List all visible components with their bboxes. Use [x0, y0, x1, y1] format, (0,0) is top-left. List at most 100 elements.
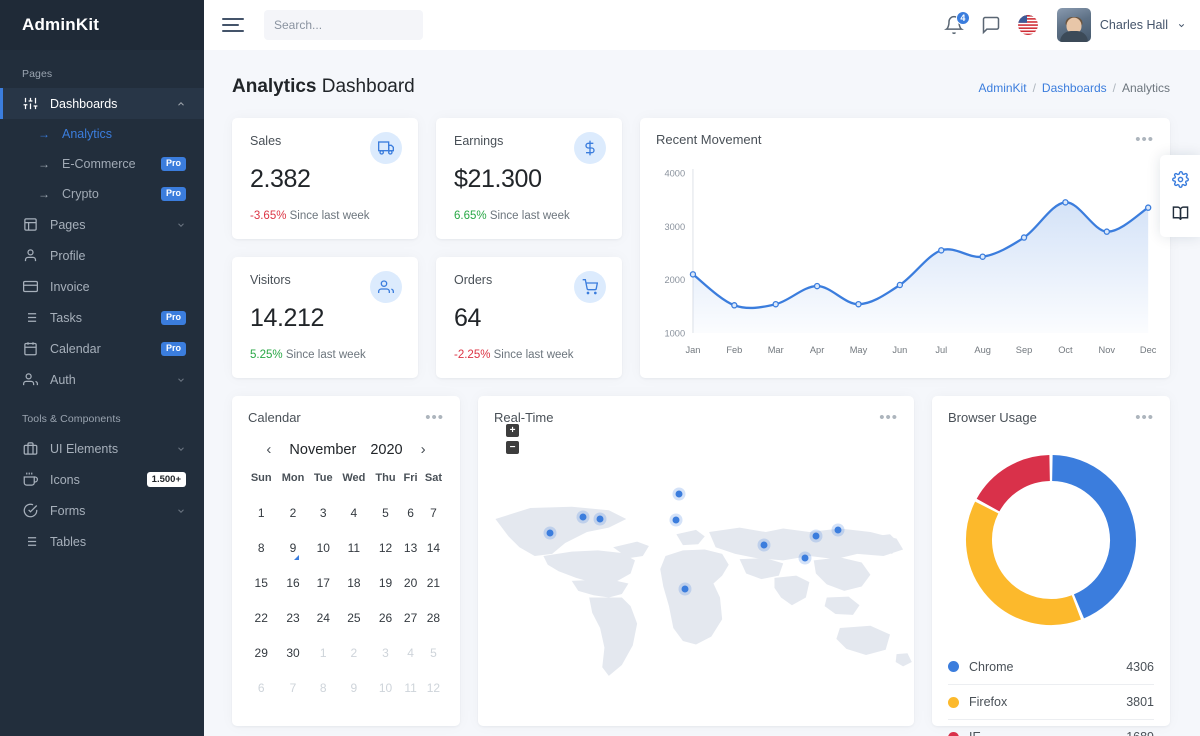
- breadcrumb-item-adminkit[interactable]: AdminKit: [979, 81, 1027, 95]
- calendar-day[interactable]: 9: [276, 530, 309, 565]
- settings-button[interactable]: [1160, 162, 1200, 196]
- calendar-day[interactable]: 3: [371, 635, 401, 670]
- docs-button[interactable]: [1160, 196, 1200, 230]
- calendar-day[interactable]: 14: [421, 530, 446, 565]
- top-navbar: 4: [204, 0, 1200, 50]
- search-input[interactable]: [274, 18, 429, 32]
- calendar-day[interactable]: 11: [337, 530, 371, 565]
- calendar-day[interactable]: 2: [337, 635, 371, 670]
- donut-chart[interactable]: [932, 425, 1170, 649]
- calendar-day[interactable]: 7: [421, 495, 446, 530]
- stat-card-visitors[interactable]: Visitors 14.212 5.25% Since last week: [232, 257, 418, 378]
- calendar-day[interactable]: 12: [371, 530, 401, 565]
- calendar-weekday: Wed: [337, 472, 371, 495]
- donut-segment[interactable]: [979, 508, 1076, 612]
- calendar-day[interactable]: 10: [371, 670, 401, 705]
- calendar-day[interactable]: 13: [400, 530, 421, 565]
- messages-button[interactable]: [981, 15, 1001, 35]
- calendar-day[interactable]: 7: [276, 670, 309, 705]
- calendar-day[interactable]: 17: [310, 565, 337, 600]
- sidebar-toggle-button[interactable]: [222, 14, 244, 36]
- calendar-day[interactable]: 2: [276, 495, 309, 530]
- calendar-day[interactable]: 8: [310, 670, 337, 705]
- sidebar-item-pages[interactable]: Pages: [0, 209, 204, 240]
- sidebar-item-auth[interactable]: Auth: [0, 364, 204, 395]
- map-marker[interactable]: [576, 511, 589, 524]
- map-marker[interactable]: [679, 582, 692, 595]
- map-marker[interactable]: [809, 530, 822, 543]
- map-zoom-out-button[interactable]: −: [506, 441, 519, 454]
- card-menu-button[interactable]: •••: [1135, 136, 1154, 144]
- calendar-day[interactable]: 6: [246, 670, 276, 705]
- map-marker[interactable]: [670, 514, 683, 527]
- sidebar-subitem-crypto[interactable]: → Crypto Pro: [0, 179, 204, 209]
- calendar-day[interactable]: 16: [276, 565, 309, 600]
- map-marker[interactable]: [831, 524, 844, 537]
- calendar-day[interactable]: 27: [400, 600, 421, 635]
- calendar-day[interactable]: 29: [246, 635, 276, 670]
- user-menu[interactable]: Charles Hall: [1057, 8, 1186, 42]
- calendar-day[interactable]: 1: [310, 635, 337, 670]
- calendar-next-button[interactable]: ›: [417, 441, 430, 458]
- map-marker[interactable]: [543, 527, 556, 540]
- card-menu-button[interactable]: •••: [879, 414, 898, 422]
- line-chart[interactable]: 1000200030004000JanFebMarAprMayJunJulAug…: [640, 147, 1170, 361]
- sidebar-subitem-ecommerce[interactable]: → E-Commerce Pro: [0, 149, 204, 179]
- calendar-day[interactable]: 15: [246, 565, 276, 600]
- notifications-button[interactable]: 4: [944, 15, 964, 35]
- chevron-down-icon: [176, 375, 186, 385]
- calendar-prev-button[interactable]: ‹: [262, 441, 275, 458]
- calendar-day[interactable]: 24: [310, 600, 337, 635]
- sidebar-item-tasks[interactable]: Tasks Pro: [0, 302, 204, 333]
- stat-card-earnings[interactable]: Earnings $21.300 6.65% Since last week: [436, 118, 622, 239]
- calendar-day[interactable]: 25: [337, 600, 371, 635]
- map-marker[interactable]: [757, 538, 770, 551]
- search-box[interactable]: [264, 10, 423, 40]
- sidebar-item-dashboards[interactable]: Dashboards: [0, 88, 204, 119]
- coffee-icon: [22, 471, 39, 488]
- calendar-day[interactable]: 20: [400, 565, 421, 600]
- calendar-day[interactable]: 10: [310, 530, 337, 565]
- sidebar-item-ui-elements[interactable]: UI Elements: [0, 433, 204, 464]
- sidebar-item-calendar[interactable]: Calendar Pro: [0, 333, 204, 364]
- calendar-day[interactable]: 12: [421, 670, 446, 705]
- calendar-day[interactable]: 28: [421, 600, 446, 635]
- stat-card-sales[interactable]: Sales 2.382 -3.65% Since last week: [232, 118, 418, 239]
- calendar-day[interactable]: 4: [337, 495, 371, 530]
- map-marker[interactable]: [594, 512, 607, 525]
- donut-segment[interactable]: [1052, 468, 1123, 606]
- sidebar-item-invoice[interactable]: Invoice: [0, 271, 204, 302]
- calendar-day[interactable]: 22: [246, 600, 276, 635]
- calendar-day[interactable]: 8: [246, 530, 276, 565]
- brand[interactable]: AdminKit: [0, 0, 204, 50]
- map-zoom-in-button[interactable]: +: [506, 424, 519, 437]
- calendar-day[interactable]: 3: [310, 495, 337, 530]
- calendar-day[interactable]: 19: [371, 565, 401, 600]
- map-marker[interactable]: [672, 487, 685, 500]
- calendar-day[interactable]: 30: [276, 635, 309, 670]
- calendar-day[interactable]: 1: [246, 495, 276, 530]
- calendar-day[interactable]: 5: [421, 635, 446, 670]
- card-menu-button[interactable]: •••: [425, 414, 444, 422]
- calendar-day[interactable]: 9: [337, 670, 371, 705]
- calendar-day[interactable]: 18: [337, 565, 371, 600]
- card-menu-button[interactable]: •••: [1135, 414, 1154, 422]
- calendar-day[interactable]: 11: [400, 670, 421, 705]
- donut-segment[interactable]: [988, 468, 1050, 505]
- calendar-day[interactable]: 23: [276, 600, 309, 635]
- map-marker[interactable]: [799, 552, 812, 565]
- sidebar-item-forms[interactable]: Forms: [0, 495, 204, 526]
- stat-card-orders[interactable]: Orders 64 -2.25% Since last week: [436, 257, 622, 378]
- calendar-day[interactable]: 5: [371, 495, 401, 530]
- calendar-day[interactable]: 6: [400, 495, 421, 530]
- breadcrumb-item-dashboards[interactable]: Dashboards: [1042, 81, 1107, 95]
- sidebar-subitem-analytics[interactable]: → Analytics: [0, 119, 204, 149]
- sidebar-item-profile[interactable]: Profile: [0, 240, 204, 271]
- world-map[interactable]: [478, 434, 914, 726]
- calendar-day[interactable]: 21: [421, 565, 446, 600]
- calendar-day[interactable]: 26: [371, 600, 401, 635]
- calendar-day[interactable]: 4: [400, 635, 421, 670]
- us-flag-icon[interactable]: [1018, 15, 1038, 35]
- sidebar-item-tables[interactable]: Tables: [0, 526, 204, 557]
- sidebar-item-icons[interactable]: Icons 1.500+: [0, 464, 204, 495]
